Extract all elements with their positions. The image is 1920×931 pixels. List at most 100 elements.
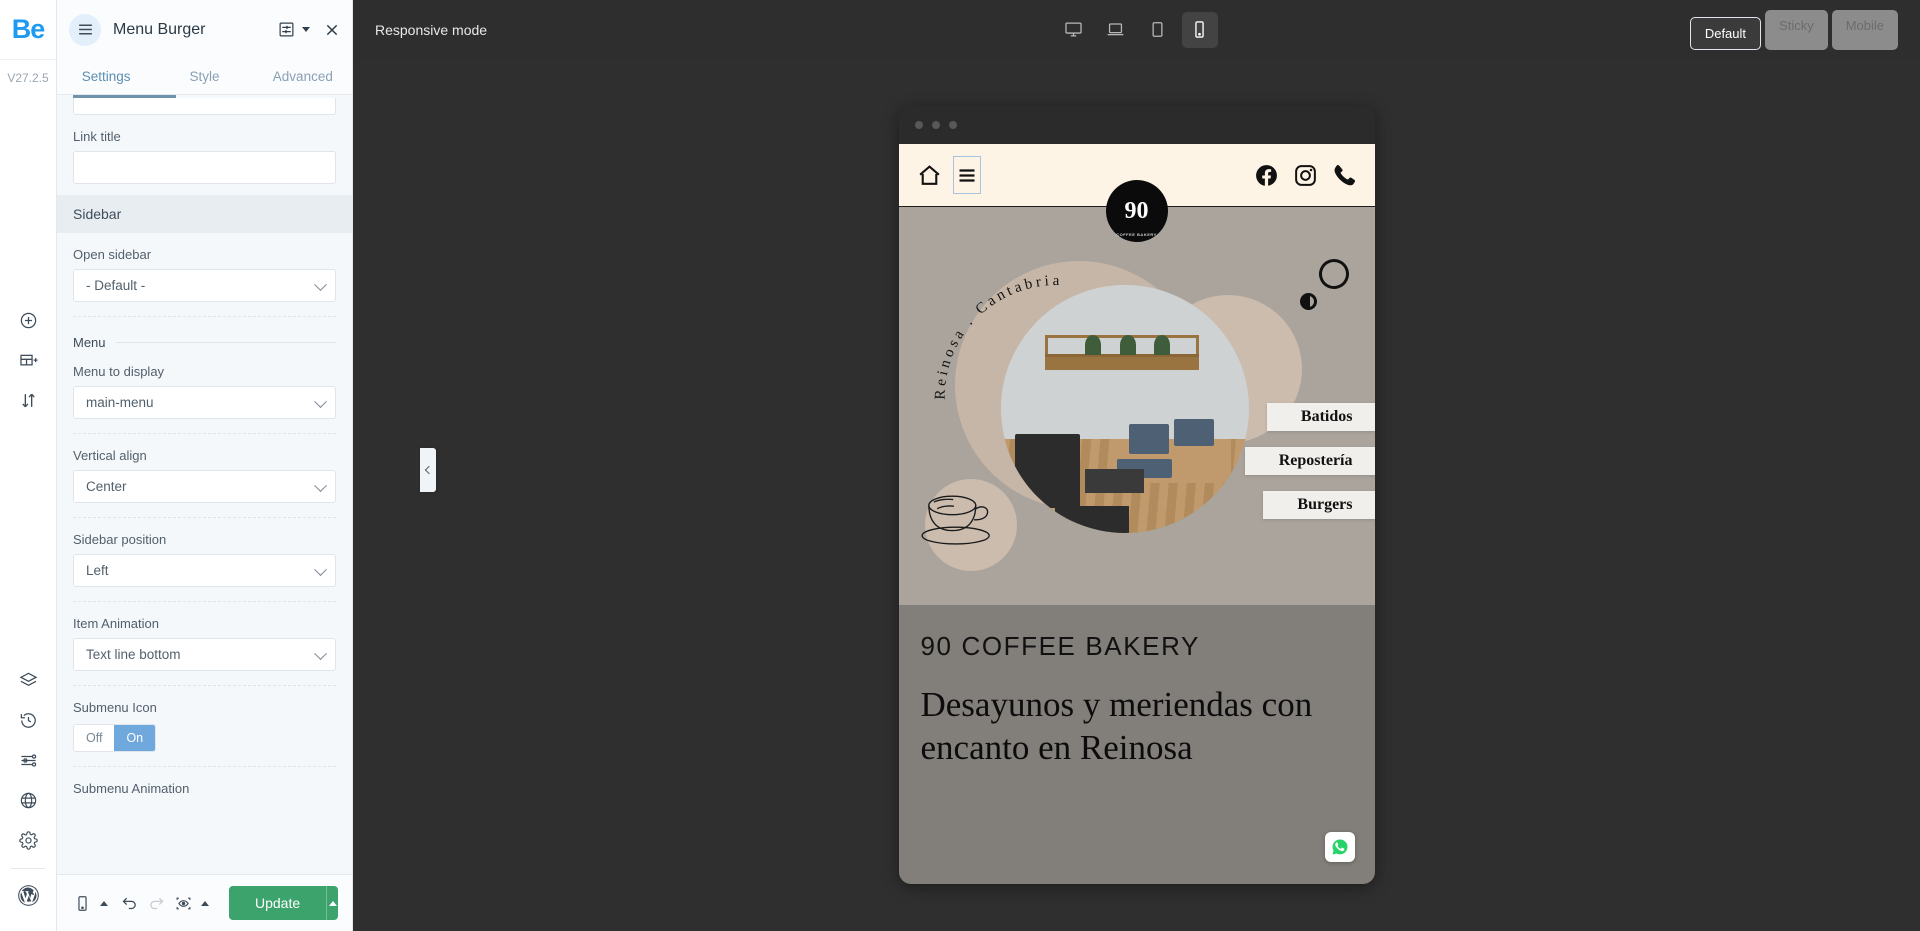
site-logo-subtitle: COFFEE BAKERY [1116, 232, 1157, 237]
vertical-align-value: Center [86, 479, 127, 494]
options-icon[interactable] [0, 740, 57, 780]
facebook-icon[interactable] [1254, 163, 1279, 188]
undo-icon[interactable] [118, 888, 141, 918]
submenu-icon-on-button[interactable]: On [114, 725, 156, 751]
phone-viewport[interactable]: 90 COFFEE BAKERY Reinosa . Cantabria Bat… [898, 144, 1375, 884]
social-links [1254, 163, 1357, 188]
brand-kicker: 90 COFFEE BAKERY [920, 631, 1200, 661]
menu-to-display-value: main-menu [86, 395, 154, 410]
item-animation-label: Item Animation [73, 616, 159, 631]
globe-icon[interactable] [0, 780, 57, 820]
responsive-mode-label: Responsive mode [375, 21, 488, 38]
hero-caption: 90 COFFEE BAKERY Desayunos y meriendas c… [899, 605, 1375, 769]
panel-scroll-area[interactable]: Link title Sidebar Open sidebar - Defaul… [57, 95, 352, 874]
desktop-icon[interactable] [1056, 12, 1092, 48]
version-label: V27.2.5 [0, 59, 56, 95]
update-button[interactable]: Update [229, 886, 338, 920]
hamburger-icon[interactable] [69, 13, 101, 46]
menu-tag[interactable]: Burgers [1263, 491, 1375, 519]
menu-tag[interactable]: Batidos [1266, 403, 1375, 431]
add-section-icon[interactable] [0, 340, 57, 380]
state-default-button[interactable]: Default [1689, 16, 1762, 50]
wordpress-icon[interactable] [0, 875, 57, 915]
cafe-interior-photo [1000, 285, 1249, 533]
preview-canvas: Responsive mode Default Sticky Mobile 90… [353, 0, 1920, 931]
state-mobile-button[interactable]: Mobile [1831, 9, 1898, 50]
open-sidebar-value: - Default - [86, 278, 146, 293]
panel-collapse-toggle[interactable] [420, 448, 436, 492]
phone-titlebar [899, 106, 1375, 144]
sidebar-position-select[interactable]: Left [73, 554, 336, 587]
state-sticky-button[interactable]: Sticky [1765, 9, 1828, 50]
mobile-icon[interactable] [1181, 11, 1218, 48]
settings-panel: Menu Burger Settings Style Advanced Link [57, 0, 353, 931]
section-header-sidebar: Sidebar [57, 195, 352, 233]
redo-icon [145, 888, 168, 918]
window-dot [948, 121, 957, 129]
be-logo[interactable]: Be [0, 0, 56, 59]
vertical-align-select[interactable]: Center [73, 470, 336, 503]
chevron-down-icon [314, 277, 327, 291]
tab-settings[interactable]: Settings [57, 59, 155, 94]
state-switcher: Default Sticky Mobile [1689, 9, 1898, 50]
menu-to-display-select[interactable]: main-menu [73, 386, 336, 419]
item-animation-value: Text line bottom [86, 647, 181, 662]
site-logo-badge[interactable]: 90 COFFEE BAKERY [1105, 180, 1168, 242]
close-icon[interactable] [324, 22, 340, 38]
phone-icon[interactable] [1332, 163, 1357, 188]
panel-footer: Update [57, 874, 352, 931]
truncated-text-input[interactable] [73, 98, 336, 115]
preview-caret-up-icon[interactable] [201, 900, 209, 906]
preview-eye-icon[interactable] [172, 888, 195, 918]
menu-tag[interactable]: Repostería [1244, 447, 1375, 475]
link-title-input[interactable] [73, 151, 336, 184]
mobile-preview-icon[interactable] [71, 888, 94, 918]
group-header-menu: Menu [57, 335, 352, 350]
link-title-label: Link title [73, 129, 121, 144]
field-truncated-input [57, 98, 352, 115]
group-header-rule [115, 342, 336, 343]
chevron-left-icon [424, 465, 434, 475]
hamburger-icon[interactable] [952, 156, 981, 194]
gear-icon[interactable] [0, 820, 57, 860]
element-settings-icon[interactable] [278, 21, 295, 38]
field-submenu-icon: Submenu Icon Off On [57, 686, 352, 752]
chevron-down-icon [314, 562, 327, 576]
coffee-cup-icon [917, 487, 1001, 549]
vertical-align-label: Vertical align [73, 448, 147, 463]
field-link-title: Link title [57, 115, 352, 184]
instagram-icon[interactable] [1293, 163, 1318, 188]
chevron-down-icon [314, 478, 327, 492]
rail-bottom-group [0, 660, 56, 931]
whatsapp-icon[interactable] [1324, 832, 1355, 862]
layers-icon[interactable] [0, 660, 57, 700]
item-animation-select[interactable]: Text line bottom [73, 638, 336, 671]
tab-advanced[interactable]: Advanced [254, 59, 352, 94]
window-dot [931, 121, 940, 129]
open-sidebar-select[interactable]: - Default - [73, 269, 336, 302]
open-sidebar-label: Open sidebar [73, 247, 152, 262]
field-open-sidebar: Open sidebar - Default - [57, 233, 352, 302]
field-submenu-animation: Submenu Animation [57, 767, 352, 796]
site-header: 90 COFFEE BAKERY [898, 144, 1375, 242]
home-icon[interactable] [917, 163, 942, 188]
device-caret-up-icon[interactable] [100, 900, 108, 906]
tab-style[interactable]: Style [155, 59, 253, 94]
laptop-icon[interactable] [1098, 12, 1134, 48]
field-menu-to-display: Menu to display main-menu [57, 350, 352, 419]
chevron-down-icon[interactable] [302, 27, 310, 32]
rail-top-group [0, 300, 56, 420]
history-icon[interactable] [0, 700, 57, 740]
reorder-icon[interactable] [0, 380, 57, 420]
update-caret-up-icon[interactable] [326, 886, 338, 920]
device-switcher [1056, 11, 1218, 48]
field-item-animation: Item Animation Text line bottom [57, 602, 352, 671]
sidebar-position-value: Left [86, 563, 109, 578]
tablet-icon[interactable] [1140, 12, 1176, 48]
update-button-label: Update [255, 895, 301, 911]
field-sidebar-position: Sidebar position Left [57, 518, 352, 587]
add-element-icon[interactable] [0, 300, 57, 340]
beaver-builder-editor: Be V27.2.5 Menu Burger Settings Style Ad… [0, 0, 1920, 931]
panel-tabs: Settings Style Advanced [57, 59, 352, 95]
submenu-icon-off-button[interactable]: Off [74, 725, 114, 751]
